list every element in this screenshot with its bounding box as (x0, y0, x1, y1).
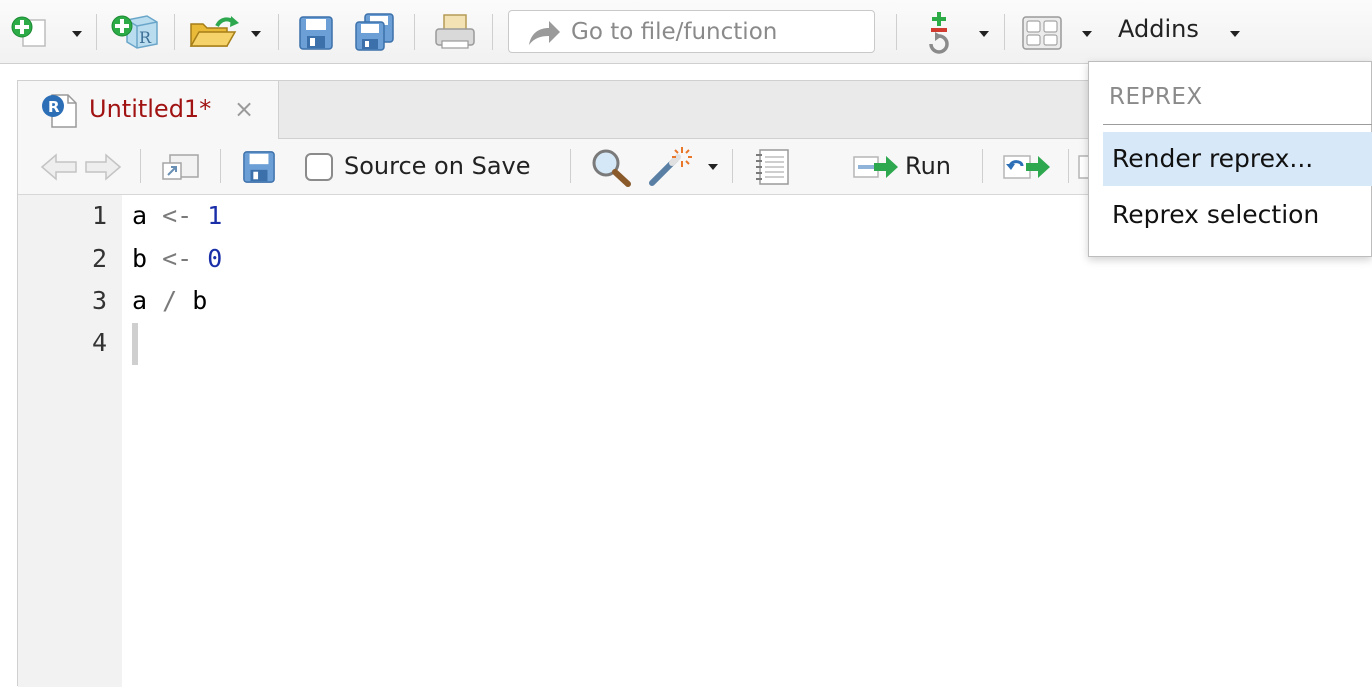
source-on-save-label[interactable]: Source on Save (344, 152, 531, 180)
line-number: 3 (91, 286, 107, 315)
toolbar-separator (220, 149, 221, 183)
save-all-icon (355, 13, 394, 51)
code-line[interactable]: a / b (132, 286, 207, 315)
code-variable: a (132, 286, 148, 315)
svg-text:R: R (48, 98, 60, 116)
r-file-icon: R (42, 94, 77, 128)
save-icon[interactable] (242, 150, 276, 184)
toolbar-separator (96, 14, 97, 50)
code-editor[interactable]: a <- 1 b <- 0 a / b (132, 195, 1372, 687)
pane-layout-button[interactable] (1020, 14, 1064, 52)
toolbar-separator (492, 14, 493, 50)
svg-text:R: R (139, 28, 152, 47)
forward-arrow-icon[interactable] (84, 153, 122, 181)
main-toolbar: R Go to file/function Addins (0, 0, 1372, 64)
code-line[interactable]: b <- 0 (132, 244, 222, 273)
show-in-new-window-icon[interactable] (160, 151, 200, 183)
print-button[interactable] (432, 12, 478, 52)
new-file-dropdown-caret[interactable] (72, 31, 82, 37)
toolbar-separator (1004, 14, 1005, 50)
menu-divider (1103, 124, 1372, 125)
open-file-button[interactable] (186, 14, 242, 50)
toolbar-separator (414, 14, 415, 50)
print-icon (435, 14, 475, 49)
version-control-icon (929, 12, 949, 54)
open-file-dropdown-caret[interactable] (251, 31, 261, 37)
code-line[interactable]: a <- 1 (132, 201, 222, 230)
line-number: 4 (91, 328, 107, 357)
code-operator: / (147, 286, 193, 315)
addins-dropdown-caret[interactable] (1230, 31, 1240, 37)
line-number-gutter: 1 2 3 4 (18, 195, 122, 687)
code-tools-dropdown-caret[interactable] (708, 164, 718, 170)
version-control-button[interactable] (920, 10, 958, 56)
toolbar-separator (982, 149, 983, 183)
line-number: 2 (91, 244, 107, 273)
new-file-icon (11, 16, 46, 47)
code-operator: <- (147, 244, 208, 273)
toolbar-separator (140, 149, 141, 183)
addins-menu-button[interactable]: Addins (1118, 15, 1199, 43)
menu-section-header: REPREX (1109, 84, 1203, 110)
folder-open-icon (189, 16, 239, 47)
pane-layout-icon (1022, 16, 1062, 50)
text-cursor (132, 323, 138, 365)
magnifier-icon[interactable] (590, 147, 632, 187)
version-control-dropdown-caret[interactable] (979, 31, 989, 37)
source-on-save-checkbox[interactable] (305, 153, 333, 181)
compile-report-icon[interactable] (754, 147, 792, 187)
save-icon (299, 16, 333, 50)
magic-wand-icon[interactable] (646, 145, 692, 187)
new-project-button[interactable]: R (108, 12, 162, 52)
code-number: 0 (207, 244, 223, 273)
run-button[interactable]: Run (905, 152, 951, 180)
toolbar-separator (732, 149, 733, 183)
editor-tab-untitled1[interactable]: R Untitled1* × (18, 81, 279, 140)
editor-tab-title: Untitled1* (89, 95, 212, 123)
code-variable: a (132, 201, 148, 230)
code-variable: b (192, 286, 208, 315)
line-number: 1 (91, 201, 107, 230)
source-icon-partial[interactable] (1078, 153, 1088, 181)
code-variable: b (132, 244, 148, 273)
go-to-arrow-icon (529, 21, 560, 45)
go-to-file-function[interactable] (508, 10, 875, 53)
close-tab-icon[interactable]: × (234, 97, 254, 121)
toolbar-separator (896, 14, 897, 50)
rerun-icon[interactable] (1002, 153, 1052, 181)
menu-item-reprex-selection[interactable]: Reprex selection (1103, 188, 1372, 242)
save-button[interactable] (296, 14, 336, 52)
addins-dropdown-menu: REPREX Render reprex... Reprex selection (1088, 61, 1372, 257)
save-all-button[interactable] (352, 12, 398, 52)
back-arrow-icon[interactable] (40, 153, 78, 181)
toolbar-separator (1068, 149, 1069, 183)
toolbar-separator (278, 14, 279, 50)
toolbar-separator (570, 149, 571, 183)
pane-layout-dropdown-caret[interactable] (1082, 31, 1092, 37)
menu-item-render-reprex[interactable]: Render reprex... (1103, 132, 1372, 186)
code-number: 1 (207, 201, 223, 230)
run-arrow-icon[interactable] (852, 153, 900, 181)
toolbar-separator (174, 14, 175, 50)
new-file-button[interactable] (8, 14, 56, 50)
code-operator: <- (147, 201, 208, 230)
new-project-icon: R (111, 15, 158, 49)
go-to-file-input[interactable] (569, 16, 859, 48)
